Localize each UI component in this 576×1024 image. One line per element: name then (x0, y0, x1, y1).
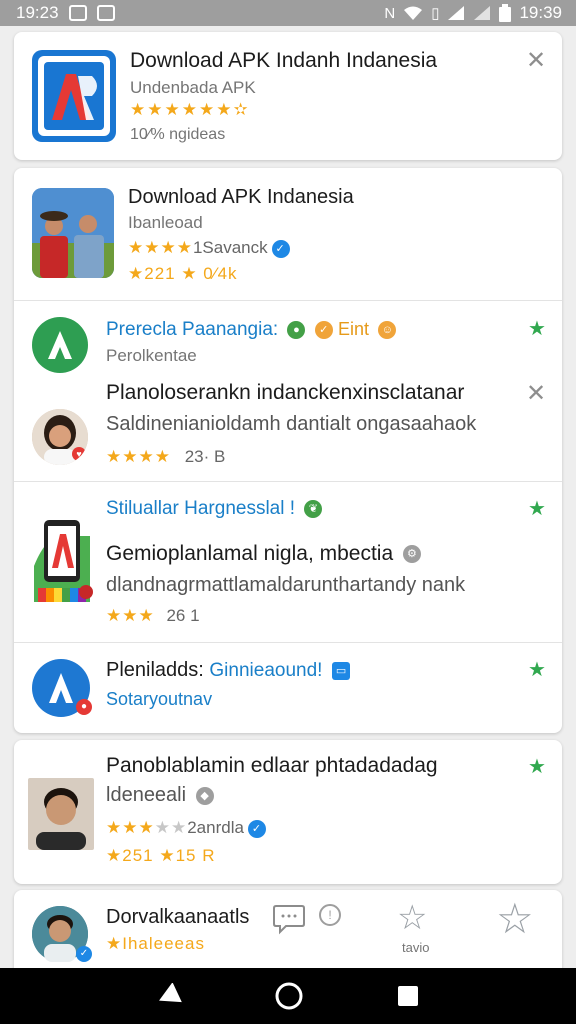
message-icon: ▭ (332, 661, 351, 680)
item-title[interactable]: Dorvalkaanaatls (106, 906, 249, 929)
recents-icon[interactable] (396, 984, 420, 1008)
rating-stars: ★★★★★2anrdla ✓ (106, 818, 266, 838)
item-text-value: Gemioplanlamal nigla, mbectia (106, 542, 394, 565)
app-card-featured[interactable]: Download APK Indanh Indanesia Undenbada … (14, 32, 562, 160)
stars-filled: ★★★ (106, 818, 155, 837)
signal2-icon (474, 6, 491, 20)
app-subtitle: Undenbada APK (130, 78, 256, 97)
rating-stars: ★★★★★★✫ (130, 100, 250, 120)
meta-stats: ★251 ★15 R (106, 846, 216, 865)
check-icon: ✓ (314, 320, 333, 339)
item-text[interactable]: Gemioplanlamal nigla, mbectia ⚙ (106, 542, 421, 566)
rating-stars: ★★★★1Savanck ✓ (128, 238, 290, 258)
star-icon[interactable]: ★ (528, 496, 546, 521)
app-icon-blue: ● (32, 659, 92, 717)
verified-icon: ✓ (271, 239, 290, 258)
item-title-blue[interactable]: Prerecla Paanangia: ● ✓ Eint ☺ (106, 319, 397, 341)
rating-stars: ★★★ 26 1 (106, 606, 200, 626)
notification-icon (68, 5, 87, 21)
close-icon[interactable]: ✕ (526, 46, 546, 75)
app-icon-apk (32, 50, 116, 142)
app-icon-green (32, 317, 88, 373)
status-time-left: 19:23 (16, 3, 59, 22)
star-icon[interactable]: ★ (528, 657, 546, 682)
home-icon[interactable] (275, 982, 303, 1010)
item-subtitle-text: ldeneeali (106, 784, 187, 806)
back-icon[interactable] (156, 983, 183, 1009)
screenshot-icon (96, 5, 115, 21)
avatar: ♥ (32, 409, 88, 465)
avatar (28, 778, 94, 850)
chat-icon: ● (287, 320, 306, 339)
signal-icon (448, 6, 465, 20)
favorite-icon[interactable]: ☆ (496, 898, 534, 940)
stars-filled: ★★★ (106, 606, 155, 625)
status-time-right: 19:39 (519, 3, 562, 22)
meta-stats: ★221 ★ 0⁄4k (128, 264, 238, 283)
comment-icon[interactable] (272, 902, 306, 942)
wifi-icon (404, 6, 423, 20)
list-item-preregister[interactable]: Prerecla Paanangia: ● ✓ Eint ☺ Perolkent… (14, 301, 562, 373)
item-title-text: Prerecla Paanangia: (106, 319, 279, 340)
item-title-blue[interactable]: Stiluallar Hargnesslal ! ❦ (106, 498, 323, 520)
item-subtitle: Sotaryoutnav (106, 689, 213, 709)
item-subtitle: ★Ihaleeeas (106, 934, 205, 953)
stars-filled: ★★★★ (106, 447, 171, 466)
app-icon-people (32, 188, 114, 278)
app-list-card: Download APK Indanesia Ibanleoad ★★★★1Sa… (14, 168, 562, 733)
item-title-text: Pleniladds: (106, 659, 204, 681)
meta-stats: 23· B (184, 447, 226, 466)
shield-icon: ◆ (195, 786, 214, 805)
list-item-blue-app[interactable]: ● Pleniladds: Ginnieaound! ▭ Sotaryoutna… (14, 643, 562, 733)
item-title[interactable]: Pleniladds: Ginnieaound! ▭ (106, 659, 351, 682)
list-item-post[interactable]: ♥ Planoloserankn indanckenxinsclatanar S… (14, 371, 562, 481)
action-label: tavio (402, 940, 430, 955)
rating-stars: ★★★★ 23· B (106, 447, 225, 467)
avatar: ✓ (32, 906, 92, 962)
rating-text: 1Savanck (192, 238, 268, 257)
meta-stats: 26 1 (166, 606, 200, 625)
smile-icon: ☺ (378, 320, 397, 339)
leaf-icon: ❦ (304, 499, 323, 518)
item-title-text: Stiluallar Hargnesslal ! (106, 498, 296, 519)
stars-filled: ★★★★ (128, 238, 193, 257)
verified-icon: ✓ (247, 819, 266, 838)
verified-icon: ✓ (76, 946, 92, 962)
item-subtitle: Perolkentae (106, 346, 197, 365)
item-desc: dlandnagrmattlamaldarunthartandy nank (106, 574, 466, 596)
download-count: 10⁄% ngideas (130, 126, 226, 143)
app-icon-phone-apk (32, 506, 94, 606)
info-icon: ⚙ (402, 545, 421, 564)
nfc-icon: N (384, 4, 396, 22)
vibrate-icon: ▯ (431, 5, 440, 22)
info-icon[interactable]: ! (319, 904, 341, 926)
app-title[interactable]: Download APK Indanesia (128, 186, 354, 209)
small-badge-icon: ♥ (72, 447, 86, 461)
list-item-download-apk[interactable]: Download APK Indanesia Ibanleoad ★★★★1Sa… (14, 168, 562, 300)
notification-badge-icon: ● (76, 699, 92, 715)
star-half: ✫ (233, 100, 250, 119)
navigation-bar (0, 968, 576, 1024)
star-outline-icon[interactable]: ☆ (397, 898, 427, 938)
star-icon[interactable]: ★ (528, 316, 546, 341)
item-tag: Ginnieaound! (209, 660, 323, 681)
item-tag: Eint (338, 319, 370, 339)
stars-empty: ★★ (154, 818, 188, 837)
star-icon[interactable]: ★ (528, 754, 546, 779)
close-icon[interactable]: ✕ (526, 379, 546, 408)
item-title[interactable]: Planoloserankn indanckenxinsclatanar (106, 381, 464, 405)
status-bar: 19:23 N ▯ 19:39 (0, 0, 576, 26)
list-item-featured[interactable]: Stiluallar Hargnesslal ! ❦ Gemioplanlama… (14, 482, 562, 642)
item-title[interactable]: Panoblablamin edlaar phtadadadag (106, 754, 438, 778)
app-card-post[interactable]: Panoblablamin edlaar phtadadadag ldeneea… (14, 740, 562, 884)
app-subtitle: Ibanleoad (128, 213, 203, 232)
app-title[interactable]: Download APK Indanh Indanesia (130, 49, 437, 73)
stars-filled: ★★★★★★ (130, 100, 234, 119)
item-desc: Saldinenianioldamh dantialt ongasaahaok (106, 413, 477, 435)
battery-icon (499, 4, 512, 22)
rating-text: 2anrdla (187, 818, 244, 837)
item-subtitle: ldeneeali ◆ (106, 784, 214, 807)
